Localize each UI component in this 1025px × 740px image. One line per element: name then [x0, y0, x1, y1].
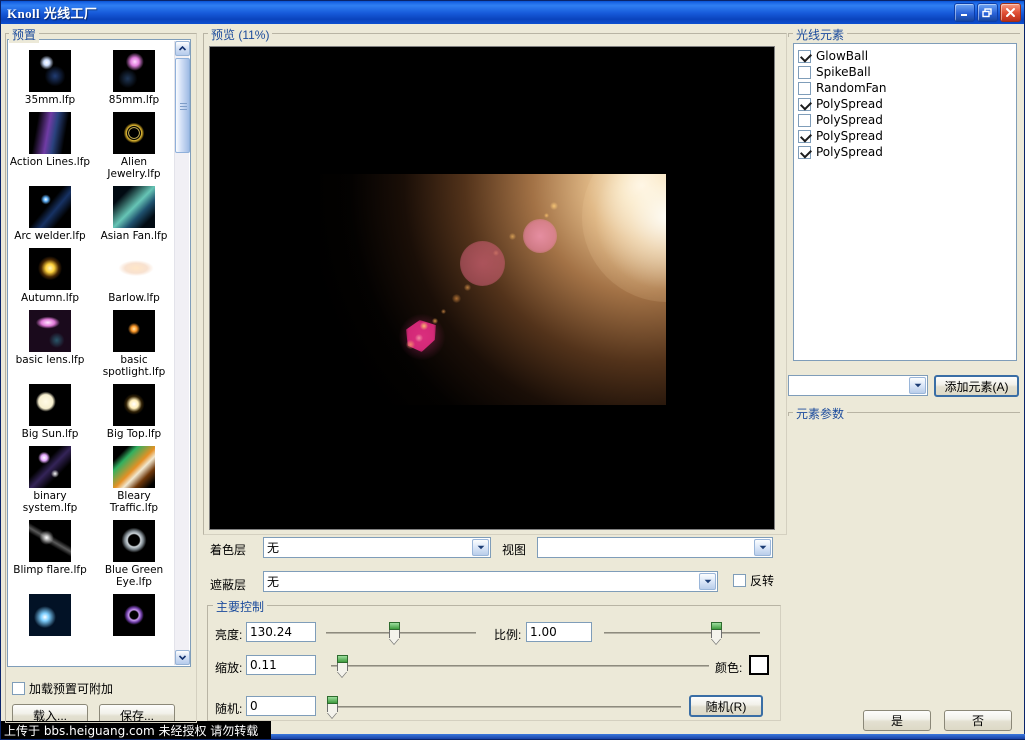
restore-icon[interactable] [977, 3, 998, 22]
invert-checkbox-box[interactable] [733, 574, 746, 587]
light-element-row[interactable]: PolySpread [798, 112, 1016, 128]
preset-group-label: 预置 [9, 26, 40, 43]
chevron-down-icon[interactable] [699, 573, 716, 590]
light-element-row[interactable]: PolySpread [798, 96, 1016, 112]
element-type-combo[interactable] [788, 375, 928, 396]
light-element-checkbox[interactable] [798, 97, 811, 111]
light-element-label: GlowBall [816, 49, 869, 63]
colorize-layer-label: 着色层 [210, 543, 247, 557]
close-icon[interactable] [1000, 3, 1021, 22]
add-element-button[interactable]: 添加元素(A) [934, 375, 1019, 397]
chevron-down-icon[interactable] [754, 539, 771, 556]
main-controls-group-label: 主要控制 [213, 598, 268, 615]
light-element-label: PolySpread [816, 129, 883, 143]
light-element-row[interactable]: SpikeBall [798, 64, 1016, 80]
elements-group-label: 光线元素 [793, 26, 848, 43]
light-elements-listbox[interactable]: GlowBall SpikeBall RandomFan PolySpread Poly… [793, 43, 1017, 361]
view-label: 视图 [502, 543, 527, 557]
light-element-label: PolySpread [816, 145, 883, 159]
obscure-layer-combo[interactable]: 无 [263, 571, 718, 592]
light-element-row[interactable]: PolySpread [798, 144, 1016, 160]
light-element-checkbox[interactable] [798, 65, 811, 79]
light-element-label: RandomFan [816, 81, 887, 95]
cancel-button[interactable]: 否 [944, 710, 1012, 731]
light-element-checkbox[interactable] [798, 49, 811, 63]
title-bar: Knoll 光线工厂 [1, 1, 1024, 24]
preview-group-label: 预览 (11%) [208, 26, 273, 43]
watermark-text: 上传于 bbs.heiguang.com 未经授权 请勿转载 [1, 721, 271, 739]
element-params-group-label: 元素参数 [793, 405, 848, 422]
ok-button[interactable]: 是 [863, 710, 931, 731]
invert-label: 反转 [750, 574, 775, 588]
light-element-checkbox[interactable] [798, 81, 811, 95]
light-element-checkbox[interactable] [798, 113, 811, 127]
light-element-row[interactable]: RandomFan [798, 80, 1016, 96]
preset-group-frame [5, 33, 197, 723]
light-element-label: PolySpread [816, 113, 883, 127]
chevron-down-icon[interactable] [472, 539, 489, 556]
colorize-layer-value: 无 [267, 541, 280, 555]
light-element-row[interactable]: PolySpread [798, 128, 1016, 144]
light-element-label: SpikeBall [816, 65, 871, 79]
preview-group-frame [203, 33, 787, 535]
light-element-row[interactable]: GlowBall [798, 48, 1016, 64]
light-element-checkbox[interactable] [798, 145, 811, 159]
colorize-layer-combo[interactable]: 无 [263, 537, 491, 558]
application-window: Knoll 光线工厂 预置 35mm.lfp 85mm.lfp Action Li [0, 0, 1025, 740]
obscure-layer-label: 遮蔽层 [210, 578, 247, 592]
view-combo[interactable] [537, 537, 773, 558]
light-element-checkbox[interactable] [798, 129, 811, 143]
light-elements-list: GlowBall SpikeBall RandomFan PolySpread Poly… [798, 48, 1016, 160]
invert-checkbox[interactable]: 反转 [733, 572, 774, 589]
minimize-icon[interactable] [954, 3, 975, 22]
window-title: Knoll 光线工厂 [7, 6, 98, 21]
light-element-label: PolySpread [816, 97, 883, 111]
window-controls [954, 3, 1021, 22]
chevron-down-icon[interactable] [909, 377, 926, 394]
obscure-layer-value: 无 [267, 575, 280, 589]
main-controls-group-frame [207, 605, 781, 721]
